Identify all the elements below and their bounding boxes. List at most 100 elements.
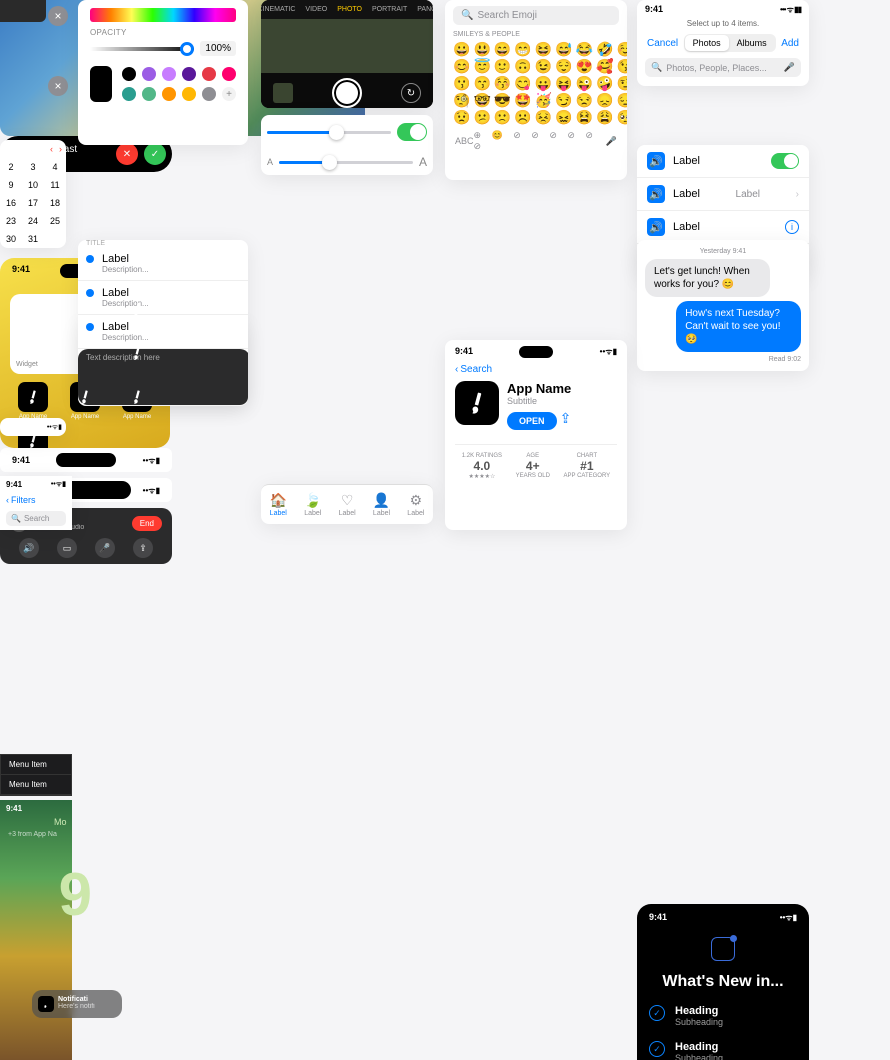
emoji[interactable]: 😣 (535, 110, 552, 124)
slider[interactable] (267, 131, 391, 134)
calendar-day[interactable]: 10 (22, 176, 44, 194)
emoji[interactable]: ☺️ (617, 42, 628, 56)
list-item[interactable]: LabelDescription... (78, 247, 248, 281)
camera-mode[interactable]: VIDEO (305, 6, 327, 13)
next-month-icon[interactable]: › (59, 144, 62, 154)
emoji-grid[interactable]: 😀😃😄😁😆😅😂🤣☺️😊😇🙂🙃😉😌😍🥰😘😗😙😚😋😛😝😜🤪🤨🧐🤓😎🤩🥳😏😒😞😔😟😕🙁… (453, 42, 619, 124)
tab-item[interactable]: 🏠Label (270, 492, 287, 517)
camera-mode[interactable]: PANO (417, 6, 433, 13)
color-swatch[interactable] (162, 87, 176, 101)
accept-button[interactable]: ✓ (144, 143, 166, 165)
emoji[interactable]: 😂 (576, 42, 593, 56)
emoji[interactable]: 😉 (535, 59, 552, 73)
emoji[interactable]: 😚 (494, 76, 511, 90)
calendar-day[interactable]: 25 (44, 212, 66, 230)
emoji[interactable]: 🤓 (473, 93, 490, 107)
emoji[interactable]: 😞 (596, 93, 613, 107)
emoji[interactable]: 😔 (617, 93, 628, 107)
emoji[interactable]: 😫 (576, 110, 593, 124)
emoji[interactable]: 😗 (453, 76, 470, 90)
calendar-day[interactable]: 23 (0, 212, 22, 230)
mute-icon[interactable]: 🎤 (95, 538, 115, 558)
color-swatch[interactable] (142, 87, 156, 101)
color-swatch[interactable] (162, 67, 176, 81)
camera-mode[interactable]: PHOTO (337, 6, 362, 13)
emoji[interactable]: 😀 (453, 42, 470, 56)
calendar-day[interactable] (44, 230, 66, 248)
tab-item[interactable]: 👤Label (373, 492, 390, 517)
emoji[interactable]: 😎 (494, 93, 511, 107)
calendar-day[interactable]: 3 (22, 158, 44, 176)
emoji[interactable]: 🥳 (535, 93, 552, 107)
emoji[interactable]: 😁 (514, 42, 531, 56)
calendar-day[interactable]: 18 (44, 194, 66, 212)
camera-flip-icon[interactable]: ↻ (401, 83, 421, 103)
emoji[interactable]: 😋 (514, 76, 531, 90)
emoji[interactable]: 😟 (453, 110, 470, 124)
facetime-icon[interactable]: ▭ (57, 538, 77, 558)
message-incoming[interactable]: Let's get lunch! When works for you? 😊 (645, 259, 770, 297)
emoji[interactable]: 😌 (555, 59, 572, 73)
emoji[interactable]: 😩 (596, 110, 613, 124)
cancel-button[interactable]: Cancel (647, 38, 678, 49)
emoji[interactable]: 😒 (576, 93, 593, 107)
emoji[interactable]: 😖 (555, 110, 572, 124)
emoji[interactable]: 😝 (555, 76, 572, 90)
notification[interactable]: NotificatiHere's notifi (32, 990, 122, 1018)
emoji[interactable]: 😅 (555, 42, 572, 56)
emoji[interactable]: 😍 (576, 59, 593, 73)
camera-mode[interactable]: PORTRAIT (372, 6, 407, 13)
close-icon[interactable]: × (48, 76, 68, 96)
photo-search[interactable]: 🔍 Photos, People, Places...🎤 (645, 58, 801, 77)
emoji[interactable]: 🤨 (617, 76, 628, 90)
color-swatch[interactable] (122, 67, 136, 81)
emoji[interactable]: 😄 (494, 42, 511, 56)
decline-button[interactable]: ✕ (116, 143, 138, 165)
calendar-day[interactable]: 9 (0, 176, 22, 194)
emoji[interactable]: 😜 (576, 76, 593, 90)
shutter-button[interactable] (332, 78, 362, 108)
close-icon[interactable]: × (48, 6, 68, 26)
tab-item[interactable]: ⚙Label (407, 492, 424, 517)
list-item[interactable]: LabelDescription... (78, 281, 248, 315)
camera-modes[interactable]: CINEMATICVIDEOPHOTOPORTRAITPANO (261, 0, 433, 19)
opacity-slider[interactable] (90, 47, 194, 51)
message-outgoing[interactable]: How's next Tuesday? Can't wait to see yo… (676, 301, 801, 352)
color-swatch[interactable] (122, 87, 136, 101)
back-button[interactable]: ‹ Search (455, 364, 617, 375)
emoji[interactable]: 🧐 (453, 93, 470, 107)
emoji-search[interactable]: 🔍 Search Emoji (453, 6, 619, 25)
context-menu[interactable]: Menu ItemMenu Item (0, 754, 72, 796)
add-swatch-icon[interactable]: + (222, 87, 236, 101)
info-icon[interactable]: i (785, 220, 799, 234)
filters-button[interactable]: ‹ Filters (0, 493, 72, 507)
segmented-control[interactable]: PhotosAlbums (684, 34, 776, 52)
emoji[interactable]: 😆 (535, 42, 552, 56)
share-icon[interactable]: ⇪ (133, 538, 153, 558)
emoji[interactable]: 😙 (473, 76, 490, 90)
calendar-grid[interactable]: 234910111617182324253031 (0, 158, 66, 248)
color-swatch[interactable] (202, 67, 216, 81)
calendar-day[interactable]: 11 (44, 176, 66, 194)
emoji[interactable]: 😃 (473, 42, 490, 56)
app-icon[interactable]: App Name (10, 382, 56, 420)
emoji[interactable]: 😕 (473, 110, 490, 124)
color-swatch[interactable] (182, 87, 196, 101)
emoji[interactable]: 🥺 (617, 110, 628, 124)
calendar-day[interactable]: 17 (22, 194, 44, 212)
speaker-icon[interactable]: 🔊 (19, 538, 39, 558)
calendar-day[interactable]: 16 (0, 194, 22, 212)
emoji[interactable]: 🤣 (596, 42, 613, 56)
add-button[interactable]: Add (781, 38, 799, 49)
calendar-day[interactable]: 24 (22, 212, 44, 230)
mic-icon[interactable]: 🎤 (784, 62, 795, 73)
emoji[interactable]: 🙁 (494, 110, 511, 124)
hue-slider[interactable] (90, 8, 236, 22)
list-item[interactable]: LabelDescription... (78, 315, 248, 349)
emoji[interactable]: 😛 (535, 76, 552, 90)
end-call-button[interactable]: End (132, 516, 162, 531)
calendar-day[interactable]: 31 (22, 230, 44, 248)
emoji[interactable]: 😊 (453, 59, 470, 73)
color-swatch[interactable] (222, 67, 236, 81)
slider[interactable] (279, 161, 413, 164)
